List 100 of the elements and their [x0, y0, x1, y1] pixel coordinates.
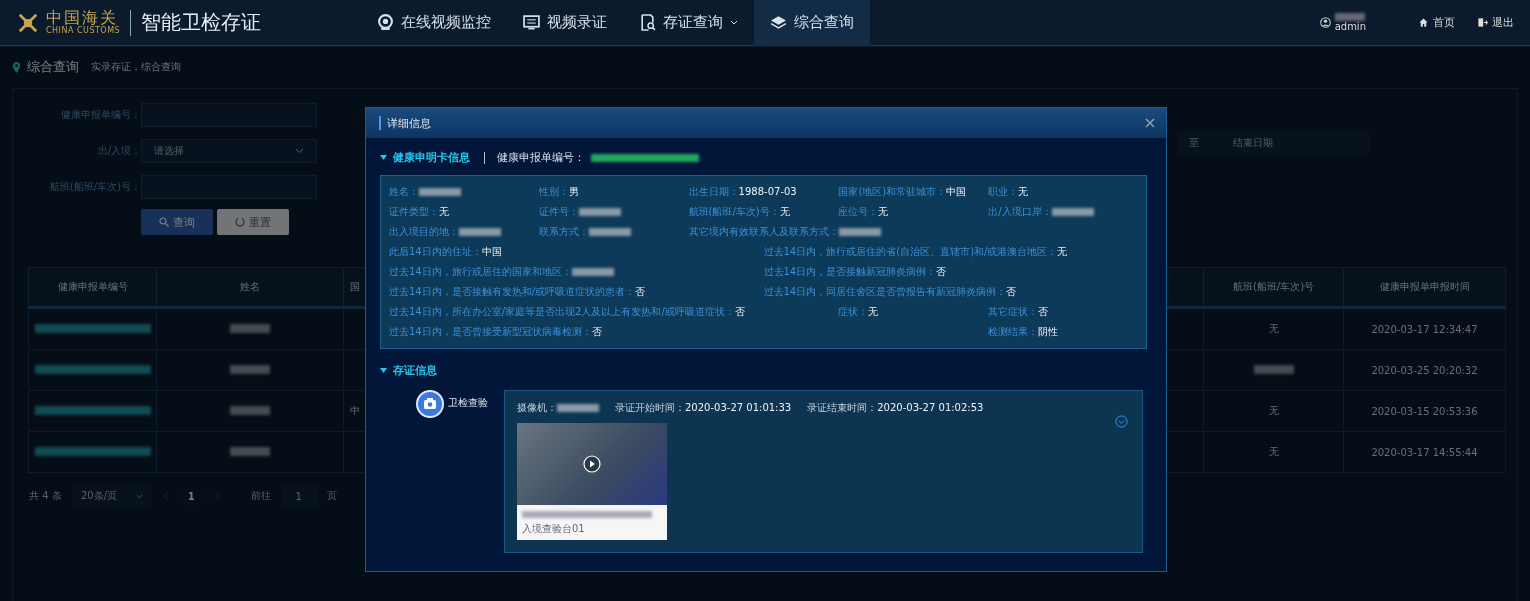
field-value: 否: [1038, 306, 1049, 317]
field-label: 过去14日内，旅行或居住的省(自治区、直辖市)和/或港澳台地区：: [763, 246, 1058, 257]
column-header: 航班(船班/车次)号: [1232, 281, 1315, 292]
nav-tab[interactable]: 综合查询: [754, 0, 871, 46]
filter-label: 航班(船班/车次)号：: [48, 180, 141, 194]
field-value: 男: [568, 186, 579, 197]
logo-subtitle: CHINA CUSTOMS: [46, 26, 121, 35]
dialog-title: 详细信息: [387, 115, 432, 131]
document-search-icon: [639, 14, 657, 31]
field-value: 阴性: [1038, 326, 1059, 337]
field-label: 航班(船班/车次)号：: [688, 206, 780, 217]
nav-tab[interactable]: 存证查询: [623, 0, 755, 46]
column-header: 健康申报单申报时间: [1379, 281, 1470, 292]
user-role: admin: [1334, 21, 1366, 32]
input-field[interactable]: [141, 175, 317, 199]
redacted-value: [557, 404, 599, 412]
redacted-cell: [230, 446, 270, 456]
field-label: 此后14日内的住址：: [389, 246, 482, 257]
field-label: 其它症状：: [988, 306, 1039, 317]
field-label: 过去14日内，是否接触新冠肺炎病例：: [763, 266, 937, 277]
collapse-triangle-icon[interactable]: [380, 155, 387, 160]
field-label: 证件类型：: [389, 206, 439, 217]
redacted-value: [1051, 208, 1094, 216]
redacted-cell: [230, 364, 270, 374]
field-label: 过去14日内，所在办公室/家庭等是否出现2人及以上有发热和/或呼吸道症状：: [389, 306, 735, 317]
field-label: 姓名：: [389, 186, 419, 197]
field-label: 国家(地区)和常驻城市：: [838, 186, 947, 197]
refresh-icon: [235, 217, 245, 227]
column-header: 健康申报单编号: [57, 281, 128, 292]
nav-tab[interactable]: 在线视频监控: [361, 0, 508, 46]
collapse-triangle-icon[interactable]: [380, 368, 387, 373]
layers-icon: [770, 14, 788, 31]
field-label: 过去14日内，是否曾接受新型冠状病毒检测：: [389, 326, 592, 337]
field-value: 无: [779, 206, 790, 217]
category-label: 卫检查验: [448, 396, 488, 410]
column-header: 国: [350, 281, 360, 292]
location-pin-icon: [12, 61, 21, 73]
table-cell: 无: [1268, 405, 1279, 416]
field-label: 录证开始时间：: [615, 402, 685, 413]
field-value: 中国: [481, 246, 502, 257]
redacted-value: [838, 228, 881, 236]
search-button[interactable]: 查询: [141, 209, 213, 235]
reset-button[interactable]: 重置: [217, 209, 289, 235]
field-value: 否: [1006, 286, 1017, 297]
breadcrumb-path: 实录存证，综合查询: [91, 60, 181, 74]
table-cell: 2020-03-17 14:55:44: [1371, 446, 1478, 458]
redacted-value: [419, 188, 461, 196]
field-label: 症状：: [838, 306, 869, 317]
field-label: 出生日期：: [688, 186, 739, 197]
redacted-value: [571, 268, 614, 276]
camera-icon: [416, 390, 444, 418]
field-value: 中国: [946, 186, 967, 197]
page-title: 综合查询: [27, 58, 79, 76]
field-label: 过去14日内，旅行或居住的国家和地区：: [389, 266, 572, 277]
redacted-cell: [1253, 364, 1294, 374]
field-value: 否: [635, 286, 646, 297]
field-label: 性别：: [538, 186, 569, 197]
field-label: 其它境内有效联系人及联系方式：: [688, 226, 839, 237]
field-value: 无: [868, 306, 879, 317]
goto-label: 前往: [250, 489, 271, 503]
play-icon[interactable]: [583, 455, 601, 473]
chevron-down-icon: [295, 148, 304, 154]
field-label: 证件号：: [538, 206, 579, 217]
logout-icon: [1477, 17, 1488, 28]
date-range-field[interactable]: 至 结束日期: [1177, 131, 1369, 155]
header-link[interactable]: 首页: [1418, 15, 1455, 30]
table-cell: 2020-03-17 12:34:47: [1371, 323, 1478, 335]
field-label: 过去14日内，是否接触有发热和/或呼吸道症状的患者：: [389, 286, 636, 297]
select-field[interactable]: 请选择: [141, 139, 317, 163]
header-link[interactable]: 退出: [1477, 15, 1514, 30]
user-icon: [1319, 17, 1331, 28]
page-size-select[interactable]: 20条/页: [71, 485, 152, 507]
table-cell: 2020-03-25 20:20:32: [1371, 364, 1478, 376]
close-icon[interactable]: [1144, 117, 1156, 129]
table-cell: 无: [1268, 323, 1279, 334]
redacted-value: [459, 228, 501, 236]
field-label: 检测结果：: [988, 326, 1039, 337]
field-label: 过去14日内，同居住舍区是否曾报告有新冠肺炎病例：: [763, 286, 1007, 297]
column-header: 姓名: [240, 281, 260, 292]
logo-text: 中国海关: [46, 10, 120, 26]
field-value: 无: [439, 206, 449, 217]
redacted-value: [588, 228, 631, 236]
video-thumbnail[interactable]: 入境查验台01: [517, 423, 667, 540]
search-icon: [159, 217, 169, 227]
monitor-icon: [523, 14, 541, 31]
nav-tab[interactable]: 视频录证: [507, 0, 624, 46]
field-label: 健康申报单编号：: [497, 150, 585, 165]
page-suffix: 页: [326, 489, 337, 503]
redacted-cell: [230, 405, 270, 415]
expand-chevron-icon[interactable]: [1115, 415, 1128, 428]
section-heading: 健康申明卡信息: [393, 150, 470, 165]
webcam-icon: [377, 14, 395, 31]
table-cell: 2020-03-15 20:53:36: [1371, 405, 1478, 417]
field-value: 否: [936, 266, 947, 277]
video-caption: 入境查验台01: [522, 522, 586, 536]
field-label: 座位号：: [838, 206, 879, 217]
input-field[interactable]: [141, 103, 317, 127]
field-value: 1988-07-03: [738, 186, 797, 197]
redacted-username: [1335, 13, 1366, 21]
field-value: 2020-03-27 01:01:33: [685, 402, 792, 413]
